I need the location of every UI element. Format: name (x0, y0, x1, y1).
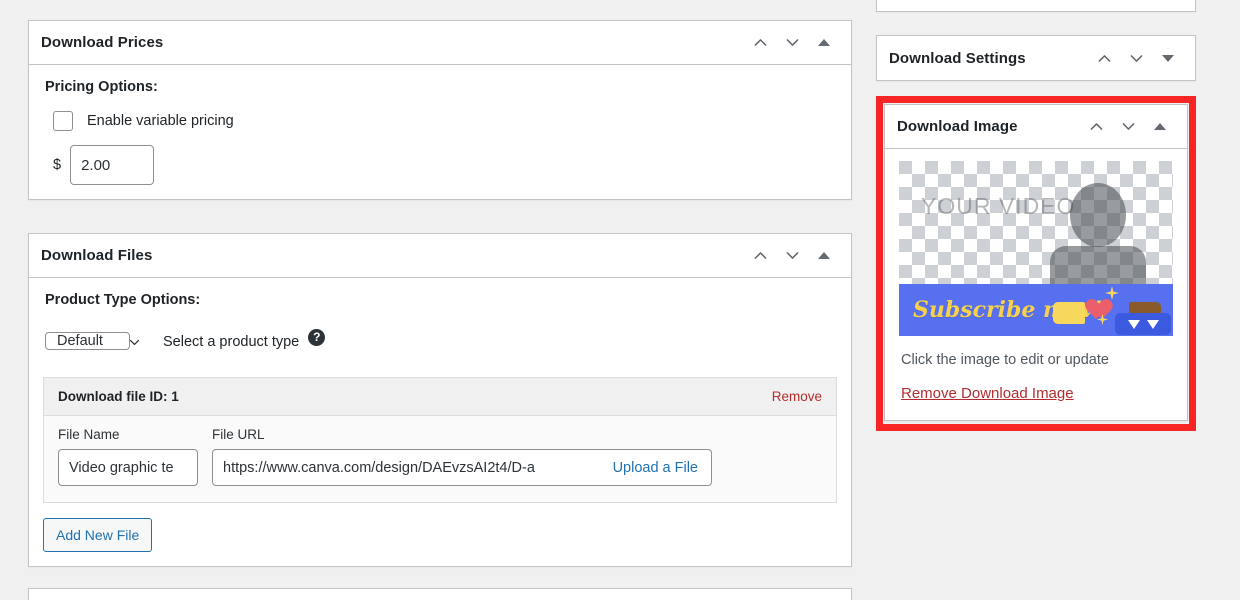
file-url-field-group: File URL Upload a File (212, 427, 712, 486)
remove-download-image-link[interactable]: Remove Download Image (901, 385, 1074, 402)
price-input[interactable] (70, 145, 155, 185)
panel-download-prices-title: Download Prices (41, 34, 164, 51)
panel-download-files-title: Download Files (41, 247, 153, 264)
move-up-icon[interactable] (745, 241, 775, 271)
panel-download-prices-actions (745, 28, 839, 58)
triangle-up-icon (1154, 123, 1166, 130)
toggle-collapse-icon[interactable] (809, 28, 839, 58)
file-url-input-group: Upload a File (212, 449, 712, 486)
toggle-collapse-icon[interactable] (1153, 43, 1183, 73)
panel-download-image-header[interactable]: Download Image (885, 105, 1187, 149)
download-image-thumbnail[interactable]: YOUR VIDEO Subscribe now! (899, 161, 1173, 336)
download-file-row-body: File Name File URL Upload a File (44, 416, 836, 502)
arrow-down-icon (1127, 319, 1140, 329)
arrow-down-icon (1146, 319, 1159, 329)
move-up-icon[interactable] (745, 28, 775, 58)
file-name-field-group: File Name (58, 427, 198, 486)
upload-a-file-button[interactable]: Upload a File (607, 460, 711, 476)
remove-file-link[interactable]: Remove (772, 389, 822, 404)
file-name-label: File Name (58, 427, 120, 442)
admin-page: Download Prices Pricing Options: Enable … (0, 0, 1240, 600)
download-file-id-label: Download file ID: 1 (58, 389, 179, 404)
panel-download-prices-header[interactable]: Download Prices (29, 21, 851, 65)
chevron-down-icon (786, 39, 798, 46)
chevron-down-icon (1130, 54, 1142, 62)
add-new-file-button[interactable]: Add New File (43, 518, 153, 552)
panel-download-image-title: Download Image (897, 118, 1018, 135)
thumbnail-overlay-text: YOUR VIDEO (921, 193, 1076, 219)
currency-symbol: $ (53, 157, 62, 173)
panel-download-prices-body: Pricing Options: Enable variable pricing… (29, 65, 851, 199)
toggle-collapse-icon[interactable] (1145, 112, 1175, 142)
panel-download-files-actions (745, 241, 839, 271)
panel-download-files-header[interactable]: Download Files (29, 234, 851, 278)
chevron-down-icon (1122, 123, 1134, 130)
file-url-label: File URL (212, 427, 265, 442)
download-image-hint: Click the image to edit or update (901, 352, 1109, 368)
price-row: $ (53, 145, 837, 185)
panel-download-settings-header[interactable]: Download Settings (877, 36, 1195, 80)
move-down-icon[interactable] (777, 28, 807, 58)
triangle-up-icon (818, 252, 830, 259)
file-name-input[interactable] (58, 449, 198, 486)
help-icon[interactable]: ? (308, 328, 326, 346)
panel-download-settings-title: Download Settings (889, 49, 1026, 67)
chevron-up-icon (1098, 54, 1110, 62)
product-type-hint: Select a product type (163, 334, 300, 350)
chevron-up-icon (754, 39, 766, 46)
move-down-icon[interactable] (1113, 112, 1143, 142)
download-file-row: Download file ID: 1 Remove File Name Fil… (43, 377, 837, 503)
enable-variable-pricing-row: Enable variable pricing (53, 111, 837, 131)
panel-download-image-actions (1081, 112, 1175, 142)
move-up-icon[interactable] (1081, 112, 1111, 142)
triangle-up-icon (818, 39, 830, 46)
sidebar-panel-partial-above (876, 0, 1196, 12)
panel-download-settings: Download Settings (876, 35, 1196, 81)
enable-variable-pricing-checkbox[interactable] (53, 111, 73, 131)
chevron-up-icon (754, 252, 766, 259)
person-head-icon (1070, 183, 1126, 247)
chevron-up-icon (1090, 123, 1102, 130)
pricing-options-label: Pricing Options: (45, 79, 158, 95)
toggle-collapse-icon[interactable] (809, 241, 839, 271)
triangle-down-icon (1162, 54, 1174, 62)
move-down-icon[interactable] (777, 241, 807, 271)
panel-partial-below (28, 588, 852, 600)
fist-left-icon (1053, 302, 1085, 324)
subscribe-banner: Subscribe now! (899, 284, 1173, 336)
chevron-down-icon (786, 252, 798, 259)
panel-download-image-body: YOUR VIDEO Subscribe now! Click the imag… (885, 149, 1187, 420)
download-badge-icon (1115, 313, 1171, 335)
move-down-icon[interactable] (1121, 43, 1151, 73)
product-type-row: Default Select a product type ? (45, 324, 837, 360)
download-file-row-header: Download file ID: 1 Remove (44, 378, 836, 416)
panel-download-files-body: Product Type Options: Default Select a p… (29, 278, 851, 566)
file-url-input[interactable] (213, 450, 607, 485)
panel-download-image: Download Image YOUR VIDEO Subscribe now!… (884, 104, 1188, 421)
panel-download-prices: Download Prices Pricing Options: Enable … (28, 20, 852, 200)
panel-download-files: Download Files Product Type Options: Def… (28, 233, 852, 567)
product-type-select[interactable]: Default (45, 332, 130, 350)
product-type-options-label: Product Type Options: (45, 292, 201, 308)
enable-variable-pricing-label: Enable variable pricing (87, 113, 234, 129)
move-up-icon[interactable] (1089, 43, 1119, 73)
product-type-select-wrap: Default (45, 324, 149, 360)
panel-download-settings-actions (1089, 43, 1183, 73)
